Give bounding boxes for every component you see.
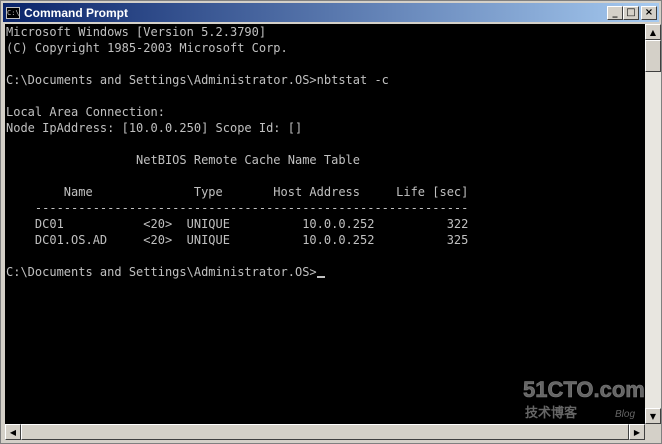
console-line — [5, 168, 645, 184]
console-line: ----------------------------------------… — [6, 201, 469, 215]
horizontal-scrollbar[interactable]: ◀ ▶ — [5, 424, 645, 440]
scroll-up-button[interactable]: ▲ — [645, 24, 661, 40]
scroll-down-button[interactable]: ▼ — [645, 408, 661, 424]
console-line: Node IpAddress: [10.0.0.250] Scope Id: [… — [6, 121, 303, 135]
console-line: C:\Documents and Settings\Administrator.… — [6, 73, 389, 87]
console-prompt-line: C:\Documents and Settings\Administrator.… — [5, 264, 645, 280]
vertical-scrollbar[interactable]: ▲ ▼ — [645, 24, 661, 424]
window-title: Command Prompt — [24, 5, 129, 20]
vertical-scroll-thumb[interactable] — [645, 40, 661, 72]
console-line: DC01 <20> UNIQUE 10.0.0.252 322 — [6, 217, 469, 231]
console-line — [5, 136, 645, 152]
scroll-left-button[interactable]: ◀ — [5, 424, 21, 440]
console-output[interactable]: Microsoft Windows [Version 5.2.3790] (C)… — [5, 24, 645, 424]
arrow-up-icon: ▲ — [649, 27, 657, 37]
text-cursor — [316, 276, 325, 278]
arrow-down-icon: ▼ — [649, 411, 657, 421]
horizontal-scroll-thumb[interactable] — [21, 424, 629, 440]
console-line: (C) Copyright 1985-2003 Microsoft Corp. — [6, 41, 288, 55]
close-button[interactable]: × — [641, 5, 657, 20]
title-bar[interactable]: C:\ Command Prompt _ □ × — [3, 3, 659, 22]
minimize-icon: _ — [612, 7, 618, 18]
console-line: Name Type Host Address Life [sec] — [6, 185, 469, 199]
arrow-right-icon: ▶ — [633, 427, 641, 437]
maximize-icon: □ — [626, 7, 636, 18]
console-line: DC01.OS.AD <20> UNIQUE 10.0.0.252 325 — [6, 233, 469, 247]
scroll-right-button[interactable]: ▶ — [629, 424, 645, 440]
console-line: NetBIOS Remote Cache Name Table — [6, 153, 361, 167]
console-line — [5, 56, 645, 72]
minimize-button[interactable]: _ — [607, 5, 623, 20]
console-line: Local Area Connection: — [6, 105, 165, 119]
command-prompt-window: C:\ Command Prompt _ □ × Microsoft Windo… — [0, 0, 662, 444]
console-app-icon[interactable]: C:\ — [6, 6, 20, 19]
console-line — [5, 248, 645, 264]
close-icon: × — [644, 7, 654, 18]
maximize-button[interactable]: □ — [623, 5, 639, 20]
console-prompt: C:\Documents and Settings\Administrator.… — [6, 265, 317, 279]
console-line — [5, 88, 645, 104]
console-line: Microsoft Windows [Version 5.2.3790] — [6, 25, 267, 39]
scrollbar-corner — [645, 424, 661, 440]
arrow-left-icon: ◀ — [9, 427, 17, 437]
